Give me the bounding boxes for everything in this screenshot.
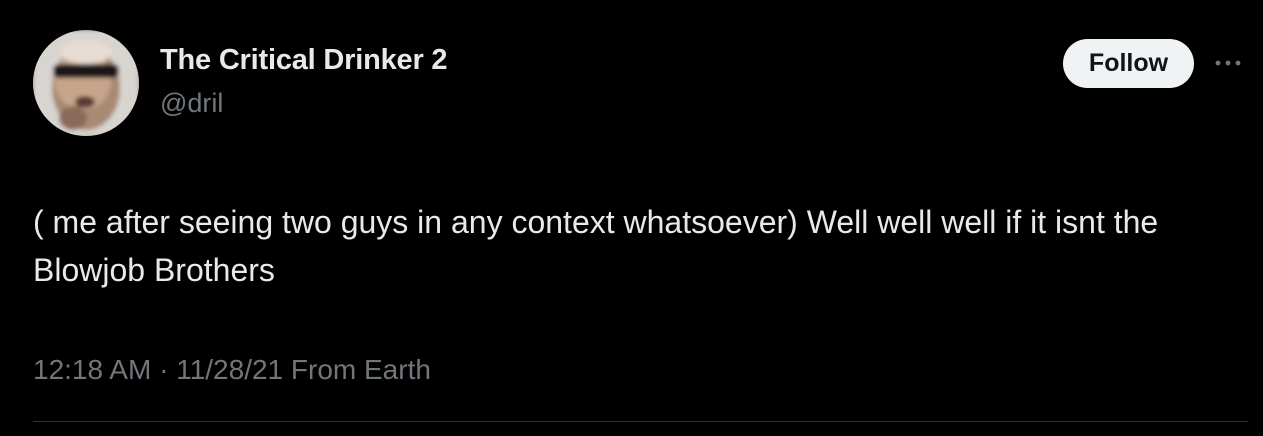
more-horizontal-icon[interactable] [1210, 54, 1246, 72]
tweet-card: The Critical Drinker 2 @dril Follow ( me… [0, 0, 1263, 436]
avatar-image [33, 30, 139, 136]
tweet-metadata: 12:18 AM · 11/28/21 From Earth [33, 354, 431, 386]
user-handle[interactable]: @dril [160, 88, 223, 119]
tweet-source: From Earth [283, 354, 431, 385]
tweet-time[interactable]: 12:18 AM [33, 354, 151, 385]
tweet-text: ( me after seeing two guys in any contex… [33, 204, 1159, 288]
follow-button[interactable]: Follow [1063, 39, 1194, 88]
tweet-date[interactable]: 11/28/21 [176, 354, 283, 385]
display-name[interactable]: The Critical Drinker 2 [160, 44, 448, 77]
meta-separator: · [151, 354, 177, 385]
avatar[interactable] [33, 30, 139, 136]
divider [33, 421, 1248, 422]
